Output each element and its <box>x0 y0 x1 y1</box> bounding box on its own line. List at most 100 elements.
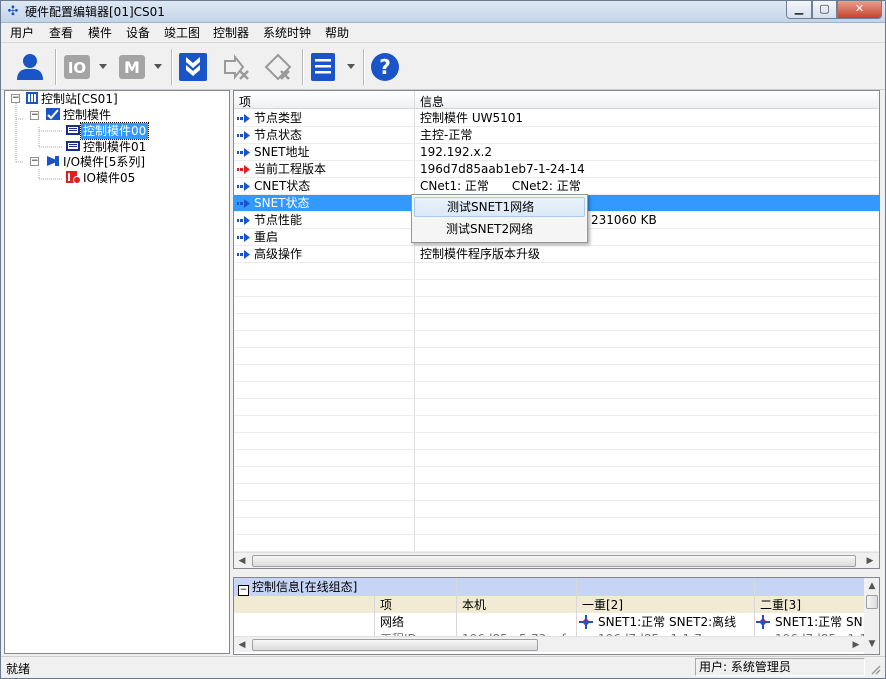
tree-node-ctrl-group[interactable]: 控制模件 <box>45 107 113 123</box>
root-expander[interactable]: − <box>11 94 20 103</box>
help-button[interactable]: ? <box>369 51 401 83</box>
svg-text:?: ? <box>379 55 391 79</box>
main-window: ✣ 硬件配置编辑器[01]CS01 ▁ ▢ ✕ 用户 查看 模件 设备 竣工图 … <box>0 0 886 679</box>
grid-row[interactable]: 节点状态 主控-正常 <box>234 127 879 144</box>
scroll-thumb[interactable] <box>866 595 878 609</box>
io-group-expander[interactable]: − <box>30 157 39 166</box>
arrow-icon <box>237 114 250 123</box>
cell: SNET1:正常 SNET2:离线 <box>598 615 737 629</box>
control-info-toggle[interactable]: − 控制信息[在线组态] <box>238 580 357 596</box>
list-button[interactable] <box>308 51 340 83</box>
m-button[interactable]: M <box>116 51 148 83</box>
download-button[interactable] <box>177 51 209 83</box>
title-bar[interactable]: ✣ 硬件配置编辑器[01]CS01 ▁ ▢ ✕ <box>1 1 885 23</box>
user-button[interactable] <box>14 51 46 83</box>
tree-node-io-05[interactable]: IO模件05 <box>65 170 137 186</box>
grid-empty-row <box>234 399 879 416</box>
menu-module[interactable]: 模件 <box>88 26 112 40</box>
menu-device[interactable]: 设备 <box>126 26 150 40</box>
menu-bar: 用户 查看 模件 设备 竣工图 控制器 系统时钟 帮助 <box>1 23 885 43</box>
list-dropdown-arrow[interactable] <box>347 64 355 70</box>
svg-text:IO: IO <box>68 59 86 77</box>
disconnect-icon <box>224 54 249 80</box>
collapse-icon[interactable]: − <box>238 585 249 596</box>
download-icon <box>179 53 207 81</box>
remove-node-icon <box>264 53 292 81</box>
tree-node-root[interactable]: 控制站[CS01] <box>25 91 120 107</box>
grid-row[interactable]: 高级操作 控制模件程序版本升级 <box>234 246 879 263</box>
toolbar-separator <box>171 49 173 85</box>
controller-module-icon <box>66 141 80 151</box>
column-header-item[interactable]: 项 <box>239 93 251 110</box>
grid-empty-row <box>234 484 879 501</box>
tree-node-ctrl-00[interactable]: 控制模件00 <box>65 122 150 140</box>
control-info-hscrollbar[interactable]: ◀ ▶ <box>234 636 864 652</box>
tree-node-io-group[interactable]: I/O模件[5系列] <box>45 154 147 170</box>
grid-row[interactable]: 当前工程版本 196d7d85aab1eb7-1-24-14 <box>234 161 879 178</box>
toolbar-separator <box>302 49 304 85</box>
menu-view[interactable]: 查看 <box>49 26 73 40</box>
scroll-down-arrow[interactable]: ▼ <box>864 636 879 652</box>
scroll-left-arrow[interactable]: ◀ <box>234 637 250 653</box>
context-menu: 测试SNET1网络 测试SNET2网络 <box>411 194 588 243</box>
grid-row[interactable]: CNET状态 CNet1: 正常 CNet2: 正常 <box>234 178 879 195</box>
status-text: 就绪 <box>6 662 31 676</box>
grid-empty-row <box>234 331 879 348</box>
grid-empty-row <box>234 382 879 399</box>
row-value: 主控-正常 <box>420 128 473 142</box>
menu-as-built[interactable]: 竣工图 <box>164 26 200 40</box>
io-dropdown-arrow[interactable] <box>99 64 107 70</box>
column-divider <box>374 596 375 636</box>
scroll-right-arrow[interactable]: ▶ <box>848 637 864 653</box>
control-info-title: 控制信息[在线组态] <box>252 580 358 594</box>
scroll-thumb[interactable] <box>252 639 538 651</box>
control-info-vscrollbar[interactable]: ▲ ▼ <box>864 578 879 654</box>
window-title: 硬件配置编辑器[01]CS01 <box>25 5 165 19</box>
row-value: 192.192.x.2 <box>420 145 492 159</box>
grid-row[interactable]: 节点类型 控制模件 UW5101 <box>234 110 879 127</box>
network-icon <box>755 615 771 630</box>
tree-label: 控制模件 <box>63 108 112 122</box>
tree-node-ctrl-01[interactable]: 控制模件01 <box>65 139 148 155</box>
m-module-icon: M <box>119 55 145 79</box>
row-key: CNET状态 <box>254 179 311 193</box>
user-icon <box>17 54 43 80</box>
disconnect-button[interactable] <box>221 51 253 83</box>
ctrl-group-expander[interactable]: − <box>30 111 39 120</box>
grid-empty-row <box>234 365 879 382</box>
scroll-left-arrow[interactable]: ◀ <box>234 553 250 568</box>
menu-test-snet2[interactable]: 测试SNET2网络 <box>414 219 585 239</box>
remove-button[interactable] <box>262 51 294 83</box>
column-divider <box>576 578 577 636</box>
scroll-right-arrow[interactable]: ▶ <box>862 553 878 568</box>
scroll-up-arrow[interactable]: ▲ <box>864 578 879 594</box>
control-info-panel: − 控制信息[在线组态] 项 本机 一重[2] 二重[3] 网络 SNET1:正常… <box>233 577 880 655</box>
menu-system-clock[interactable]: 系统时钟 <box>263 26 311 40</box>
grid-empty-row <box>234 314 879 331</box>
menu-help[interactable]: 帮助 <box>325 26 349 40</box>
col-redundant-2: 二重[3] <box>760 598 801 612</box>
maximize-button[interactable]: ▢ <box>812 1 837 19</box>
grid-horizontal-scrollbar[interactable]: ◀ ▶ <box>234 552 879 568</box>
row-key: SNET地址 <box>254 145 310 159</box>
close-button[interactable]: ✕ <box>837 1 882 19</box>
m-dropdown-arrow[interactable] <box>154 64 162 70</box>
col-redundant-1: 一重[2] <box>582 598 623 612</box>
minimize-button[interactable]: ▁ <box>786 1 812 19</box>
column-header-info[interactable]: 信息 <box>420 93 444 110</box>
toolbar: IO M ? <box>1 44 885 90</box>
resize-grip-icon[interactable] <box>869 663 881 675</box>
menu-controller[interactable]: 控制器 <box>213 26 249 40</box>
tree-label: 控制模件00 <box>79 122 150 140</box>
menu-test-snet1[interactable]: 测试SNET1网络 <box>414 197 585 217</box>
tree-label: 控制站[CS01] <box>41 92 118 106</box>
grid-row[interactable]: SNET地址 192.192.x.2 <box>234 144 879 161</box>
scroll-thumb[interactable] <box>252 555 856 567</box>
col-local: 本机 <box>462 598 487 612</box>
io-module-error-icon <box>66 171 81 184</box>
menu-user[interactable]: 用户 <box>10 26 34 40</box>
grid-empty-row <box>234 535 879 552</box>
io-module-icon: IO <box>64 55 90 79</box>
grid-empty-row <box>234 263 879 280</box>
io-button[interactable]: IO <box>61 51 93 83</box>
